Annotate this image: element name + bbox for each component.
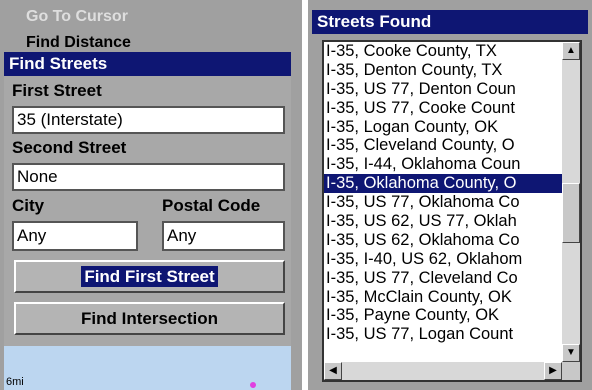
second-street-label: Second Street [12, 138, 127, 157]
scrollbar-corner [562, 362, 580, 380]
street-list-item[interactable]: I-35, US 77, Oklahoma Co [324, 193, 562, 212]
street-list-item[interactable]: I-35, US 77, Denton Coun [324, 80, 562, 99]
scroll-right-arrow-icon[interactable]: ▶ [544, 362, 562, 380]
street-list-items: I-35, Cooke County, TX I-35, Denton Count… [324, 42, 562, 362]
street-list-item[interactable]: I-35, Denton County, TX [324, 61, 562, 80]
first-street-field[interactable]: 35 (Interstate) [12, 106, 285, 134]
street-list-item[interactable]: I-35, Oklahoma County, O [324, 174, 562, 194]
street-list-item[interactable]: I-35, I-44, Oklahoma Coun [324, 155, 562, 174]
streets-found-list: I-35, Cooke County, TX I-35, Denton Count… [322, 40, 582, 382]
streets-found-title: Streets Found [312, 10, 588, 34]
scroll-down-arrow-icon[interactable]: ▼ [562, 344, 580, 362]
horizontal-scrollbar[interactable]: ◀ ▶ [324, 362, 562, 380]
map-scale: 6mi [6, 376, 24, 388]
menu-item-find-distance[interactable]: Find Distance [26, 34, 131, 52]
street-list-item[interactable]: I-35, US 77, Logan Count [324, 325, 562, 344]
vertical-scrollbar[interactable]: ▲ ▼ [562, 42, 580, 362]
find-streets-panel: Go To Cursor Find Distance Find Streets … [0, 0, 302, 390]
vertical-scroll-thumb[interactable] [562, 183, 580, 244]
map-marker-icon [250, 382, 256, 388]
street-list-item[interactable]: I-35, US 62, US 77, Oklah [324, 212, 562, 231]
streets-found-panel: Streets Found I-35, Cooke County, TX I-35… [308, 0, 592, 390]
street-list-item[interactable]: I-35, Logan County, OK [324, 118, 562, 137]
menu-item-go-to-cursor[interactable]: Go To Cursor [26, 8, 128, 26]
city-field[interactable]: Any [12, 221, 138, 251]
find-streets-title: Find Streets [4, 52, 291, 76]
street-list-item[interactable]: I-35, US 77, Cleveland Co [324, 269, 562, 288]
first-street-label: First Street [12, 81, 102, 100]
street-list-item[interactable]: I-35, Payne County, OK [324, 306, 562, 325]
find-intersection-button[interactable]: Find Intersection [14, 302, 285, 335]
postal-code-label: Postal Code [162, 196, 261, 215]
find-first-street-label: Find First Street [81, 266, 218, 287]
find-first-street-button[interactable]: Find First Street [14, 260, 285, 293]
scroll-up-arrow-icon[interactable]: ▲ [562, 42, 580, 60]
scroll-left-arrow-icon[interactable]: ◀ [324, 362, 342, 380]
city-label: City [12, 196, 45, 215]
street-list-item[interactable]: I-35, Cooke County, TX [324, 42, 562, 61]
postal-code-field[interactable]: Any [162, 221, 285, 251]
street-list-item[interactable]: I-35, US 62, Oklahoma Co [324, 231, 562, 250]
street-list-item[interactable]: I-35, US 77, Cooke Count [324, 99, 562, 118]
map-view[interactable]: 6mi [4, 346, 291, 390]
street-list-item[interactable]: I-35, I-40, US 62, Oklahom [324, 250, 562, 269]
street-list-item[interactable]: I-35, McClain County, OK [324, 288, 562, 307]
street-list-item[interactable]: I-35, Cleveland County, O [324, 136, 562, 155]
second-street-field[interactable]: None [12, 163, 285, 191]
find-streets-form: First Street 35 (Interstate) Second Stre… [4, 76, 291, 346]
